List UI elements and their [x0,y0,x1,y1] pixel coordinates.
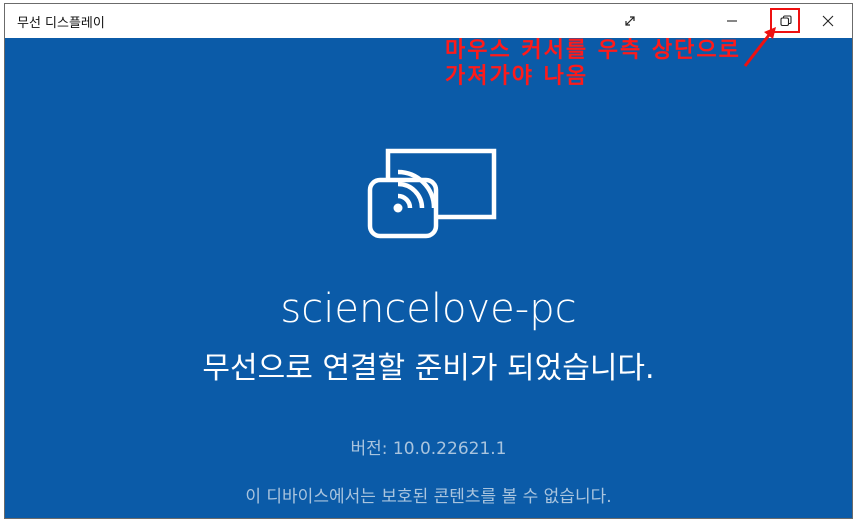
restore-icon [780,15,792,27]
protection-note: 이 디바이스에서는 보호된 콘텐츠를 볼 수 없습니다. [245,487,612,507]
restore-button[interactable] [763,4,809,38]
close-icon [822,15,834,27]
version-text: 버전: 10.0.22621.1 [350,439,507,459]
minimize-icon [727,20,737,22]
device-name: sciencelove-pc [280,286,577,332]
close-button[interactable] [805,4,851,38]
title-bar: 무선 디스플레이 [5,4,852,38]
minimize-button[interactable] [709,4,755,38]
connection-status: 무선으로 연결할 준비가 되었습니다. [202,351,655,386]
wireless-cast-icon [367,148,497,239]
fullscreen-button[interactable] [607,4,653,38]
window-title: 무선 디스플레이 [17,16,105,31]
annotation-text: 마우스 커서를 우측 상단으로 가져가야 나옴 [445,38,741,89]
fullscreen-icon [625,16,635,26]
main-panel: sciencelove-pc 무선으로 연결할 준비가 되었습니다. 버전: 1… [5,38,852,518]
